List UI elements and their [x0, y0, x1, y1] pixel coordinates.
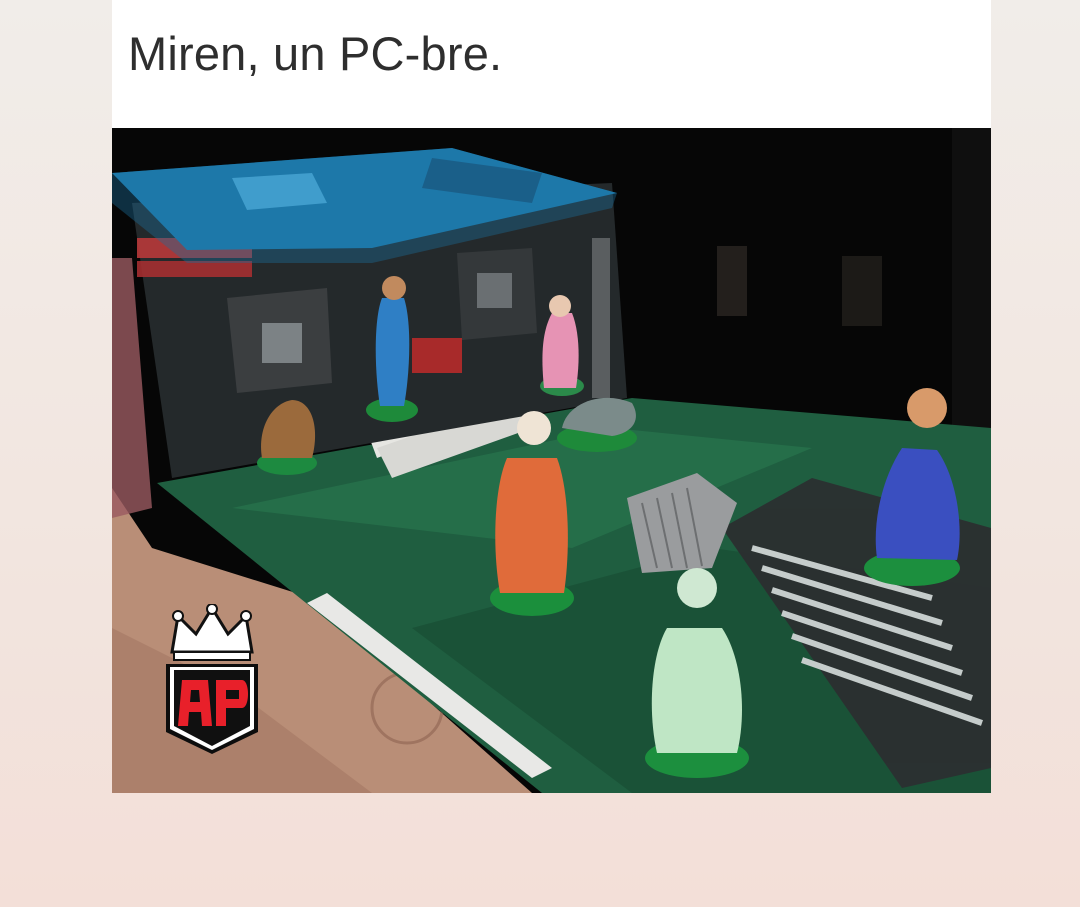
- post-caption: Miren, un PC-bre.: [128, 27, 503, 80]
- crown-icon: [170, 603, 254, 661]
- watermark-logo: [162, 603, 262, 756]
